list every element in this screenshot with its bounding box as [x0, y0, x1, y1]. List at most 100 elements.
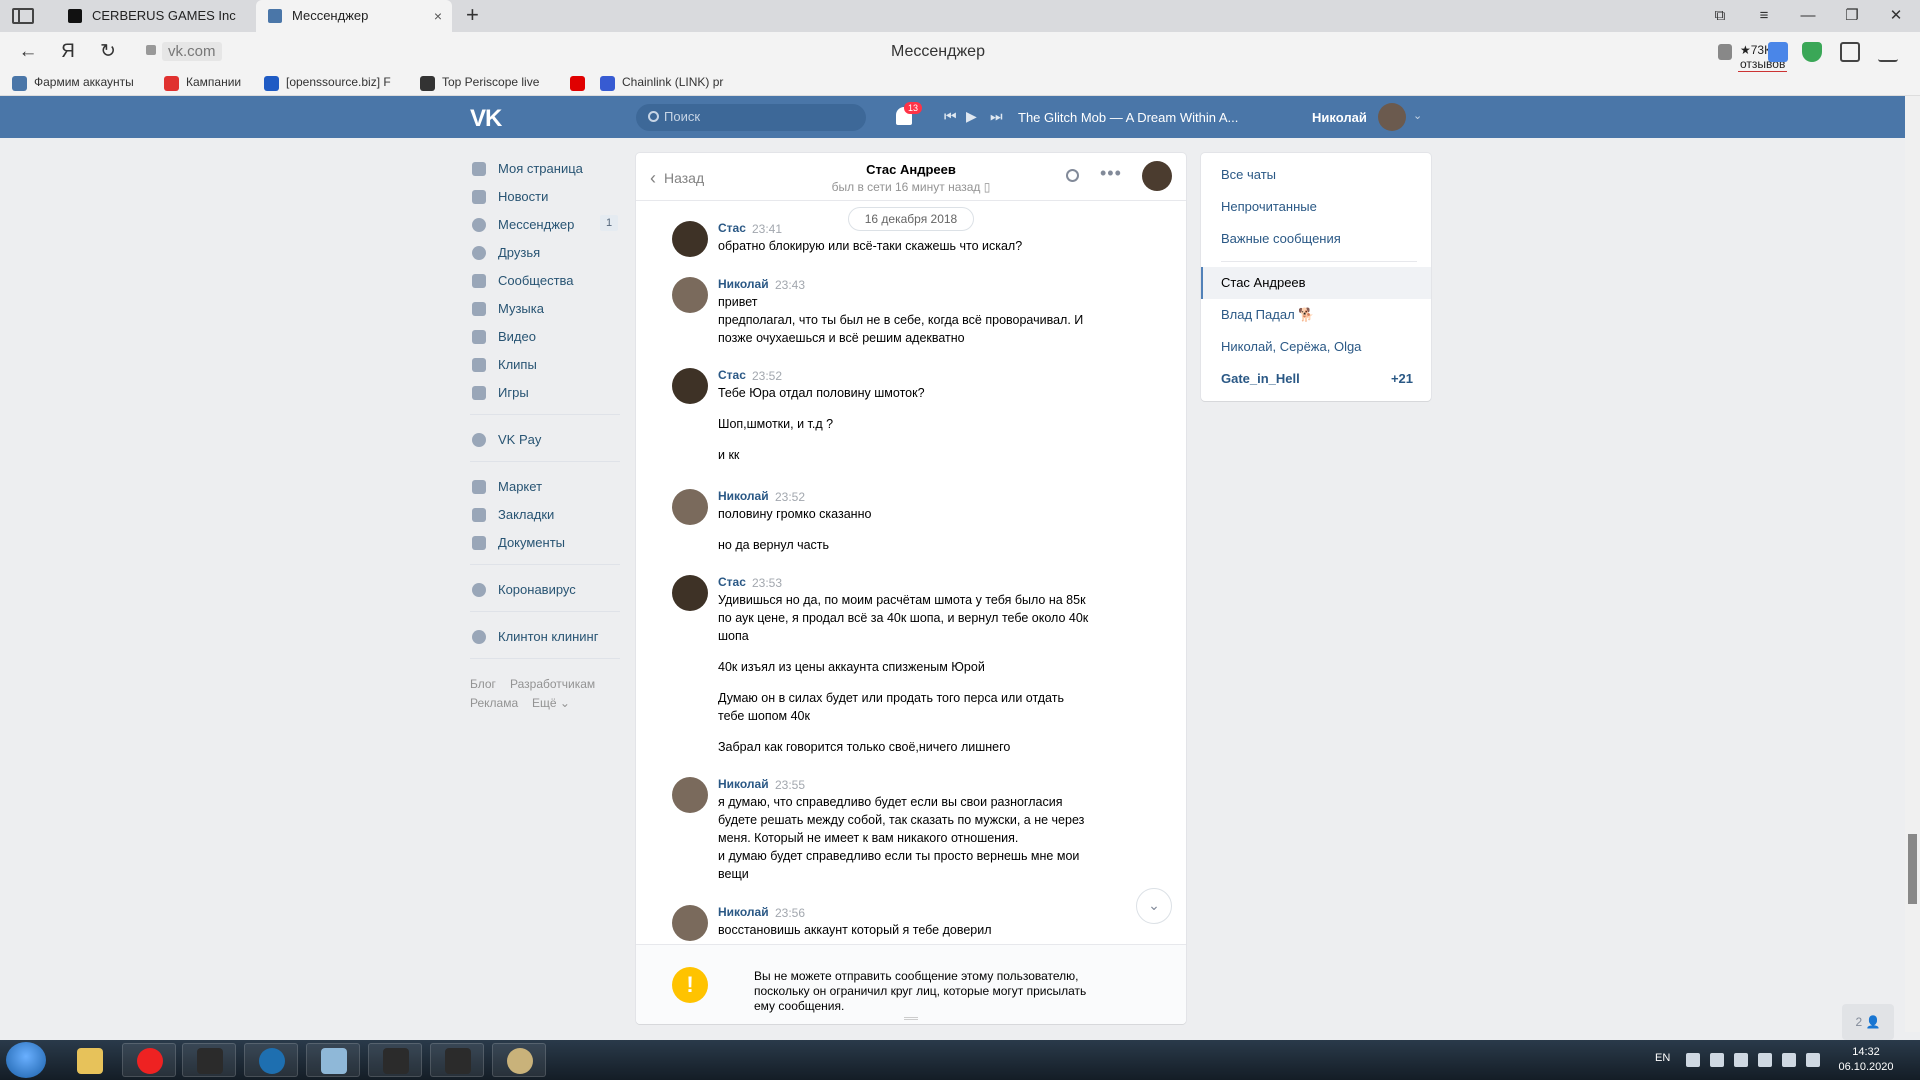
current-track[interactable]: The Glitch Mob — A Dream Within A...: [1018, 110, 1238, 125]
play-icon[interactable]: ▶: [966, 108, 977, 125]
language-indicator[interactable]: EN: [1655, 1052, 1670, 1064]
search-box[interactable]: [636, 104, 866, 131]
menu-item-messenger[interactable]: Мессенджер 1: [470, 211, 620, 239]
avatar[interactable]: [672, 489, 708, 525]
minimize-icon[interactable]: —: [1788, 0, 1828, 32]
chat-item-group[interactable]: Николай, Серёжа, Olga: [1201, 331, 1431, 363]
display-tray-icon[interactable]: [1806, 1053, 1820, 1067]
volume-icon[interactable]: [1758, 1053, 1772, 1067]
bookmark-item[interactable]: Chainlink (LINK) pr: [600, 75, 723, 91]
menu-item-communities[interactable]: Сообщества: [470, 267, 620, 295]
header-avatar[interactable]: [1378, 103, 1406, 131]
reload-icon[interactable]: ↻: [94, 38, 122, 66]
steam-tray-icon[interactable]: [1734, 1053, 1748, 1067]
collections-icon[interactable]: [1840, 42, 1860, 62]
chat-panel: ‹ Назад Стас Андреев был в сети 16 минут …: [636, 153, 1186, 1024]
footer-link-developers[interactable]: Разработчикам: [510, 677, 595, 691]
taskbar-app[interactable]: [182, 1043, 236, 1077]
tab-cerberus[interactable]: CERBERUS GAMES Inc: [56, 0, 254, 32]
taskbar-app[interactable]: [62, 1043, 116, 1077]
message-author[interactable]: Стас: [718, 221, 746, 235]
filter-all-chats[interactable]: Все чаты: [1201, 159, 1431, 191]
search-input[interactable]: [664, 109, 854, 124]
bookmark-item[interactable]: Top Periscope live: [420, 75, 539, 91]
back-arrow-icon[interactable]: ←: [14, 38, 42, 66]
clock[interactable]: 14:32 06.10.2020: [1836, 1045, 1896, 1075]
start-button-icon[interactable]: [6, 1042, 46, 1078]
security-tray-icon[interactable]: [1686, 1053, 1700, 1067]
scroll-to-bottom-button[interactable]: ⌄: [1136, 888, 1172, 924]
avatar[interactable]: [672, 905, 708, 941]
menu-item-bookmarks[interactable]: Закладки: [470, 501, 620, 529]
footer-link-ads[interactable]: Реклама: [470, 696, 518, 710]
taskbar-app[interactable]: [492, 1043, 546, 1077]
menu-icon[interactable]: ≡: [1744, 0, 1784, 32]
taskbar-app[interactable]: [122, 1043, 176, 1077]
translate-icon[interactable]: [1768, 42, 1788, 62]
menu-item-market[interactable]: Маркет: [470, 473, 620, 501]
filter-important[interactable]: Важные сообщения: [1201, 223, 1431, 255]
bookmark-item[interactable]: Кампании: [164, 75, 241, 91]
menu-item-group[interactable]: Клинтон клининг: [470, 623, 620, 651]
avatar[interactable]: [672, 368, 708, 404]
avatar[interactable]: [672, 777, 708, 813]
chat-item-gate-in-hell[interactable]: Gate_in_Hell +21: [1201, 363, 1431, 395]
resize-grip-icon[interactable]: [904, 1017, 918, 1020]
menu-item-my-page[interactable]: Моя страница: [470, 155, 620, 183]
download-icon[interactable]: [1878, 42, 1898, 62]
menu-item-games[interactable]: Игры: [470, 379, 620, 407]
menu-item-news[interactable]: Новости: [470, 183, 620, 211]
menu-item-music[interactable]: Музыка: [470, 295, 620, 323]
bookmark-item[interactable]: Фармим аккаунты: [12, 75, 134, 91]
next-track-icon[interactable]: ⏭: [990, 108, 1003, 125]
taskbar-app[interactable]: [368, 1043, 422, 1077]
footer-link-blog[interactable]: Блог: [470, 677, 496, 691]
chevron-down-icon[interactable]: ⌄: [1413, 109, 1422, 122]
restore-icon[interactable]: ❐: [1832, 0, 1872, 32]
message-author[interactable]: Николай: [718, 905, 769, 919]
peer-avatar[interactable]: [1142, 161, 1172, 191]
header-user-name[interactable]: Николай: [1312, 110, 1367, 125]
taskbar-app[interactable]: [306, 1043, 360, 1077]
avatar[interactable]: [672, 575, 708, 611]
bookmark-icon[interactable]: [1718, 44, 1732, 60]
menu-item-vkpay[interactable]: VK Pay: [470, 426, 620, 454]
menu-item-friends[interactable]: Друзья: [470, 239, 620, 267]
avatar[interactable]: [672, 277, 708, 313]
menu-item-documents[interactable]: Документы: [470, 529, 620, 557]
message-author[interactable]: Николай: [718, 277, 769, 291]
close-tab-icon[interactable]: ×: [434, 0, 442, 32]
message-author[interactable]: Николай: [718, 489, 769, 503]
taskbar-app[interactable]: [244, 1043, 298, 1077]
message-author[interactable]: Николай: [718, 777, 769, 791]
bookmarks-manager-icon[interactable]: ⧉: [1700, 0, 1740, 32]
shield-icon[interactable]: [1802, 42, 1822, 62]
tab-messenger[interactable]: Мессенджер ×: [256, 0, 452, 32]
avatar[interactable]: [672, 221, 708, 257]
network-tray-icon[interactable]: [1710, 1053, 1724, 1067]
chat-item-vlad[interactable]: Влад Падал 🐕: [1201, 299, 1431, 331]
previous-track-icon[interactable]: ⏮: [944, 108, 957, 125]
menu-item-coronavirus[interactable]: Коронавирус: [470, 576, 620, 604]
friends-online-button[interactable]: 2 👤: [1842, 1004, 1894, 1040]
search-icon[interactable]: [1066, 169, 1079, 182]
taskbar-app[interactable]: [430, 1043, 484, 1077]
close-window-icon[interactable]: ✕: [1876, 0, 1916, 32]
menu-item-video[interactable]: Видео: [470, 323, 620, 351]
page-scrollbar[interactable]: [1905, 96, 1920, 1032]
url-field[interactable]: vk.com Мессенджер ★73К отзывов: [138, 39, 1788, 73]
flag-icon[interactable]: [1782, 1053, 1796, 1067]
footer-link-more[interactable]: Ещё ⌄: [532, 696, 570, 710]
menu-item-clips[interactable]: Клипы: [470, 351, 620, 379]
sidebar-toggle-icon[interactable]: [12, 8, 34, 24]
yandex-icon[interactable]: Я: [54, 38, 82, 66]
vk-logo[interactable]: VK: [470, 105, 502, 133]
scrollbar-thumb[interactable]: [1908, 834, 1917, 904]
bookmark-item[interactable]: [openssource.biz] F: [264, 75, 391, 91]
new-tab-button[interactable]: +: [466, 0, 479, 32]
more-icon[interactable]: •••: [1100, 163, 1122, 184]
chat-item-stas[interactable]: Стас Андреев: [1201, 267, 1431, 299]
filter-unread[interactable]: Непрочитанные: [1201, 191, 1431, 223]
message-author[interactable]: Стас: [718, 575, 746, 589]
message-author[interactable]: Стас: [718, 368, 746, 382]
